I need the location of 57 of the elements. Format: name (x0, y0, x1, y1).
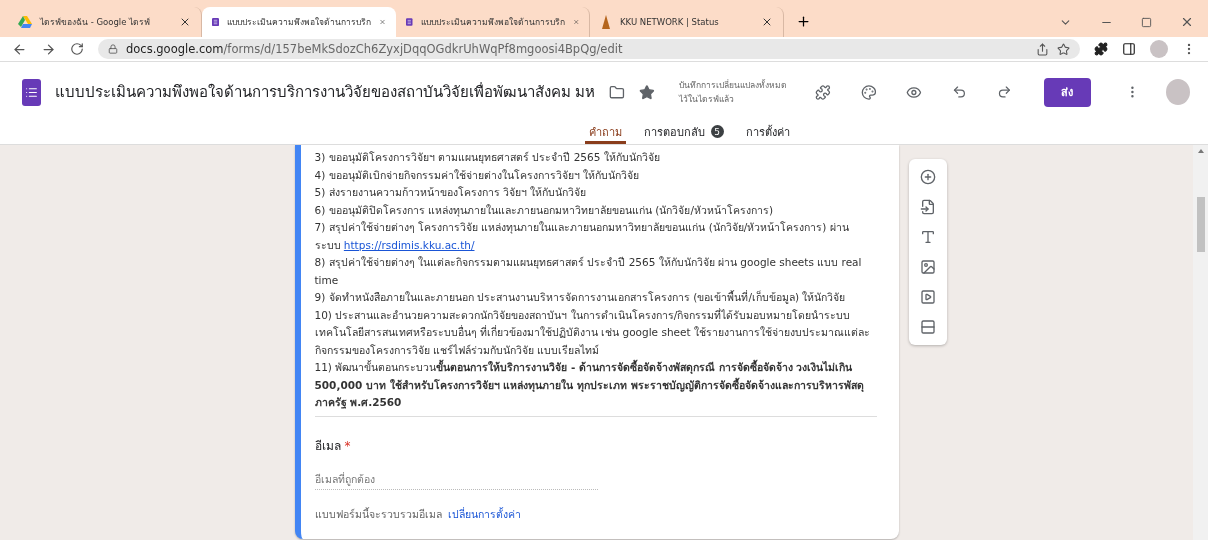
nav-tab[interactable]: การตั้งค่า (741, 122, 794, 144)
description-paragraph: 11) พัฒนาขั้นตอนกระบวนขั้นตอนการให้บริการงานวิจัย - ด้านการจัดซื้อจัดจ้างพัสดุกรณี การจัดซื้อจัดจ้าง วงเงินไม่เกิน 500,000 บาท ใช้สำหรับโครงการวิจัยฯ แหล่งทุนภายใน ทุกประเภท พระราชบัญญัติการจัดซื้อจัดจ้างและการบริหารพัสดุภาครัฐ พ.ศ.2560 (314, 359, 865, 411)
description-paragraph: 3) ขออนุมัติโครงการวิจัยฯ ตามแผนยุทธศาสตร์ ประจำปี 2565 ให้กับนักวิจัย (314, 150, 661, 166)
scrollbar[interactable] (1193, 145, 1208, 540)
star-icon[interactable] (639, 83, 655, 101)
back-icon[interactable] (12, 41, 27, 57)
settings-link[interactable]: เปลี่ยนการตั้งค่า (447, 505, 521, 523)
save-status: บันทึกการเปลี่ยนแปลงทั้งหมด (678, 78, 787, 92)
video-icon[interactable] (919, 289, 936, 305)
undo-icon[interactable] (952, 84, 967, 100)
forward-icon[interactable] (41, 41, 56, 57)
required-mark: * (344, 438, 351, 453)
import-icon[interactable] (919, 199, 936, 215)
save-status: ไว้ในไดรฟ์แล้ว (678, 93, 735, 106)
star-icon[interactable] (1057, 42, 1070, 56)
folder-icon[interactable] (609, 83, 626, 101)
url-link[interactable]: https://rsdimis.kku.ac.th/ (343, 238, 475, 251)
url-text: docs.google.com/forms/d/157beMkSdozCh6ZyxjDqqOGdkrUhWqPf8mgoosi4BpQg/edit (126, 42, 623, 56)
text-icon[interactable] (919, 229, 936, 245)
question-label: อีเมล (314, 438, 341, 453)
forms-logo-icon[interactable] (22, 78, 41, 106)
redo-icon[interactable] (997, 84, 1012, 100)
browser-tab[interactable]: แบบประเมินความพึงพอใจด้านการบริก (202, 7, 396, 37)
reload-icon[interactable] (70, 42, 84, 56)
share-icon[interactable] (1036, 42, 1049, 56)
description-paragraph: 6) ขออนุมัติปิดโครงการ แหล่งทุนภายในและภายนอกมหาวิทยาลัยขอนแก่น (นักวิจัย/หัวหน้าโครงการ) (314, 202, 775, 219)
side-panel-icon[interactable] (1122, 42, 1136, 56)
form-title[interactable]: แบบประเมินความพึงพอใจด้านการบริการงานวิจัยของสถาบันวิจัยเพื่อพัฒนาสังคม มห (54, 80, 596, 104)
description-paragraph: 9) จัดทำหนังสือภายในและภายนอก ประสานงานบริหารจัดการงานเอกสารโครงการ (ขอเข้าพื้นที่/เก็บข้อมูล) ให้นักวิจัย (314, 289, 847, 306)
description-paragraph: 8) สรุปค่าใช้จ่ายต่างๆ ในแต่ละกิจกรรมตามแผนยุทธศาสตร์ ประจำปี 2565 ให้กับนักวิจัย ผ่าน google sheets แบบ real time (314, 255, 863, 288)
close-icon[interactable] (179, 16, 191, 28)
triangle-logo-icon (18, 16, 32, 28)
puzzle-icon[interactable] (1094, 42, 1108, 56)
scroll-up-icon[interactable] (1197, 149, 1204, 153)
lock-icon (108, 44, 118, 54)
section-icon[interactable] (919, 319, 936, 335)
email-note: แบบฟอร์มนี้จะรวบรวมอีเมล (314, 506, 442, 522)
send-button[interactable]: ส่ง (1043, 77, 1092, 107)
add-icon[interactable] (919, 169, 936, 185)
puzzle-icon[interactable] (814, 83, 831, 101)
maximize-icon[interactable] (1141, 16, 1152, 28)
form-logo-icon (212, 15, 219, 29)
count-badge: 5 (710, 125, 724, 138)
address-bar[interactable]: docs.google.com/forms/d/157beMkSdozCh6ZyxjDqqOGdkrUhWqPf8mgoosi4BpQg/edit (98, 39, 1080, 59)
new-tab-icon[interactable] (796, 14, 811, 29)
close-icon[interactable] (1180, 15, 1194, 29)
palette-icon[interactable] (860, 83, 877, 101)
close-icon[interactable] (761, 16, 773, 28)
description-paragraph: 10) ประสานและอำนวยความสะดวกนักวิจัยของสถาบันฯ ในการดำเนินโครงการ/กิจกรรมที่ได้รับมอบหมายโดยนำระบบเทคโนโลยีสารสนเทศหรือระบบอื่นๆ ที่เกี่ยวข้องมาใช้ปฏิบัติงาน เช่น google sheet ใช้รายงานการใช้จ่ายงบประมาณแต่ละกิจกรรมของโครงการวิจัย แชร์ไฟล์ร่วมกับนักวิจัย แบบเรียลไทม์ (314, 307, 871, 358)
description-paragraph: 4) ขออนุมัติเบิกจ่ายกิจกรรมค่าใช้จ่ายต่างในโครงการวิจัยฯ ให้กับนักวิจัย (314, 167, 640, 184)
image-icon[interactable] (919, 259, 936, 275)
form-logo-icon (406, 15, 413, 29)
spire-logo-icon (600, 15, 612, 29)
nav-tab[interactable]: การตอบกลับ 5 (639, 122, 728, 144)
scroll-thumb[interactable] (1196, 197, 1205, 252)
description-paragraph: 7) สรุปค่าใช้จ่ายต่างๆ โครงการวิจัย แหล่งทุนภายในและภายนอกมหาวิทยาลัยขอนแก่น (นักวิจัย/หัวหน้าโครงการ) ผ่าน ระบบ https://rsdimis.kku.ac.th/ (314, 220, 850, 253)
description-paragraph: 5) ส่งรายงานความก้าวหน้าของโครงการ วิจัยฯ ให้กับนักวิจัย (314, 185, 588, 200)
